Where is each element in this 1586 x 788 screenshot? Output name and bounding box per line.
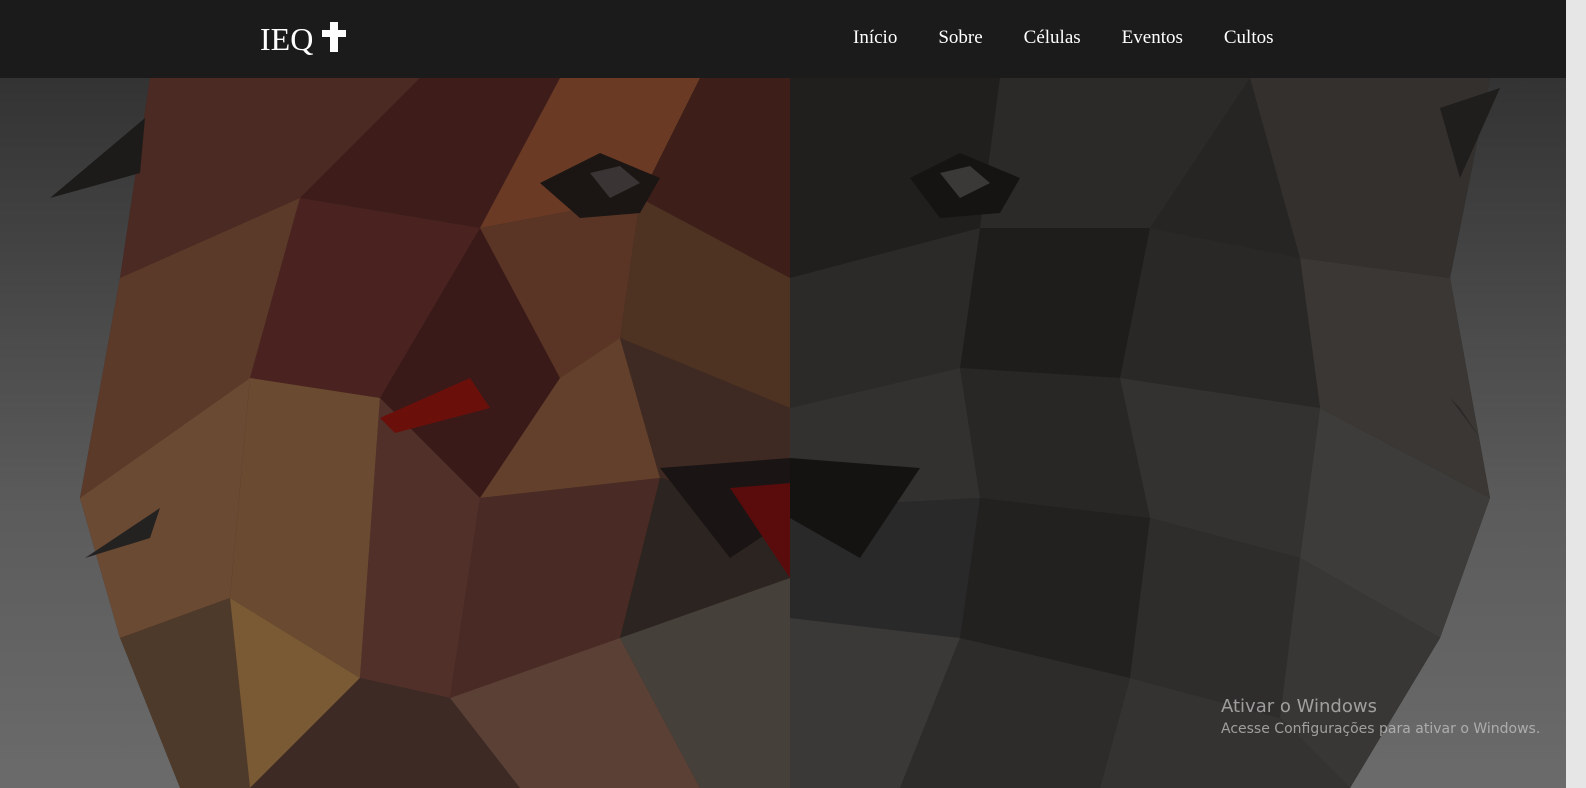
brand-logo[interactable]: IEQ xyxy=(260,20,347,58)
nav-link-eventos[interactable]: Eventos xyxy=(1122,26,1183,50)
nav-link-inicio[interactable]: Início xyxy=(853,26,897,50)
hero-banner xyxy=(0,78,1566,788)
brand-text: IEQ xyxy=(260,21,314,57)
page: IEQ Início Sobre Células Eventos Cultos xyxy=(0,0,1586,788)
watermark-subtitle: Acesse Configurações para ativar o Windo… xyxy=(1221,721,1541,737)
nav-link-sobre[interactable]: Sobre xyxy=(938,26,982,50)
scrollbar-thumb[interactable] xyxy=(1568,0,1584,625)
navbar: IEQ Início Sobre Células Eventos Cultos xyxy=(0,0,1566,78)
cross-icon xyxy=(322,22,347,52)
nav-links: Início Sobre Células Eventos Cultos xyxy=(853,26,1274,50)
scrollbar[interactable] xyxy=(1566,0,1586,788)
windows-activation-watermark: Ativar o Windows Acesse Configurações pa… xyxy=(1221,695,1540,739)
watermark-title: Ativar o Windows xyxy=(1221,696,1377,717)
nav-link-celulas[interactable]: Células xyxy=(1024,26,1081,50)
nav-link-cultos[interactable]: Cultos xyxy=(1224,26,1274,50)
lion-image xyxy=(0,78,1566,788)
